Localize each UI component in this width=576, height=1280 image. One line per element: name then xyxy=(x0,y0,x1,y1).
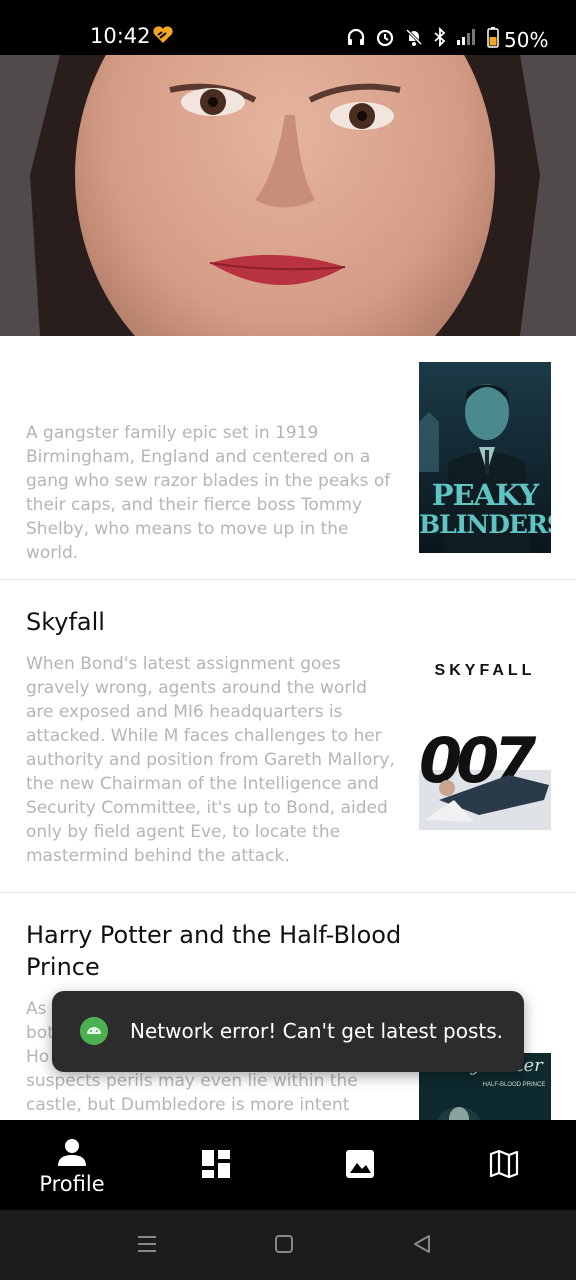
bluetooth-icon xyxy=(433,26,447,52)
profile-hero-photo xyxy=(0,55,576,336)
post-description: When Bond's latest assignment goes grave… xyxy=(26,654,395,866)
status-time: 10:42 xyxy=(90,24,151,48)
bottom-navigation: Profile xyxy=(0,1120,576,1210)
nav-item-dashboard[interactable] xyxy=(144,1120,288,1210)
dashboard-icon xyxy=(201,1149,231,1184)
android-icon xyxy=(80,1017,108,1045)
system-navigation-bar xyxy=(0,1210,576,1280)
battery-icon xyxy=(487,26,499,53)
post-description: A gangster family epic set in 1919 Birmi… xyxy=(26,423,391,563)
post-poster[interactable]: PEAKY BLINDERS xyxy=(419,362,551,553)
bell-off-icon xyxy=(404,27,424,52)
heart-badge-icon xyxy=(152,26,174,49)
poster-subtitle-text: HALF-BLOOD PRINCE xyxy=(482,1082,546,1088)
post-poster[interactable]: SKYFALL 007 xyxy=(419,640,551,840)
list-item[interactable]: Skyfall When Bond's latest assignment go… xyxy=(0,580,576,893)
image-icon xyxy=(345,1149,375,1184)
nav-label-profile: Profile xyxy=(39,1172,105,1196)
post-title: Harry Potter and the Half-Blood Prince xyxy=(26,921,402,981)
status-icons: 50% xyxy=(346,26,548,53)
poster-title-text: SKYFALL xyxy=(434,662,536,679)
signal-icon xyxy=(456,28,478,51)
post-title: Skyfall xyxy=(26,608,105,636)
nav-item-profile[interactable]: Profile xyxy=(0,1120,144,1210)
headphones-icon xyxy=(346,27,366,52)
home-icon[interactable] xyxy=(274,1234,294,1259)
person-icon xyxy=(57,1137,87,1172)
list-item[interactable]: A gangster family epic set in 1919 Birmi… xyxy=(0,336,576,580)
map-icon xyxy=(489,1149,519,1184)
menu-icon[interactable] xyxy=(137,1234,157,1259)
nav-item-map[interactable] xyxy=(432,1120,576,1210)
nav-item-gallery[interactable] xyxy=(288,1120,432,1210)
alarm-icon xyxy=(375,27,395,52)
toast-message: Network error! Can't get latest posts. xyxy=(130,1019,503,1043)
network-error-toast: Network error! Can't get latest posts. xyxy=(52,991,524,1072)
back-icon[interactable] xyxy=(412,1234,432,1259)
poster-title-text: PEAKY BLINDERS xyxy=(419,478,551,539)
battery-percent: 50% xyxy=(504,27,549,52)
status-bar: 10:42 50% xyxy=(0,0,576,55)
